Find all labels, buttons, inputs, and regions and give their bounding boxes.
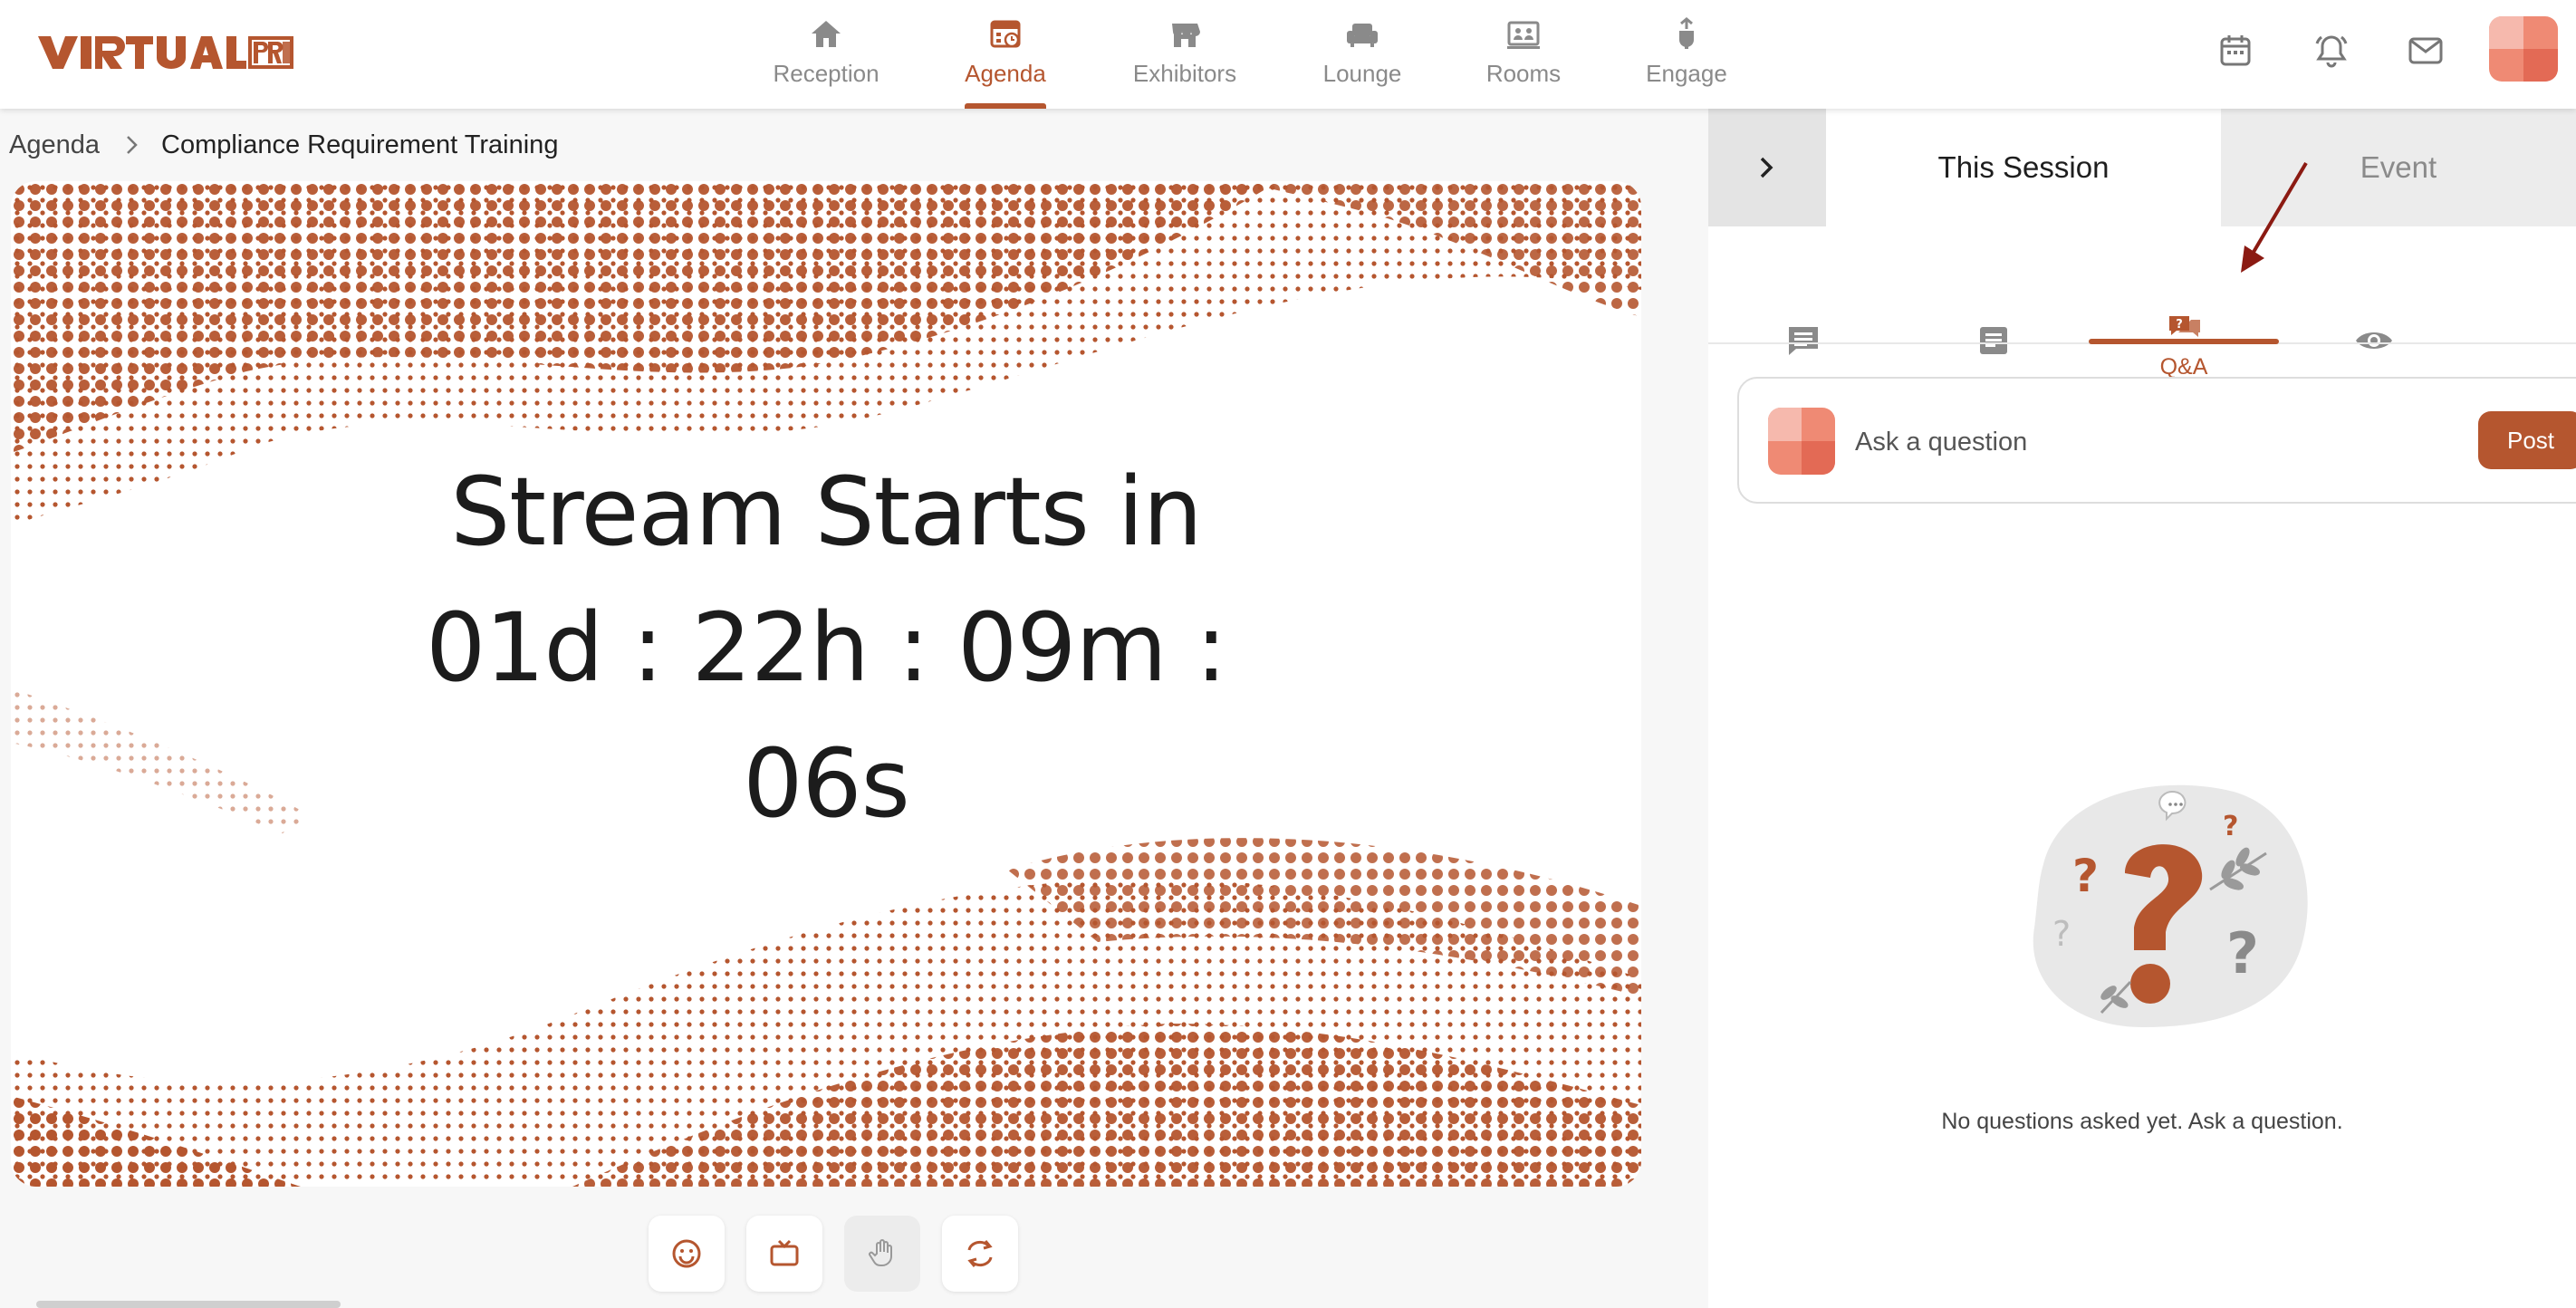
svg-text:?: ?	[2176, 318, 2183, 332]
session-side-panel: This Session Event ? Q&A Ask a question …	[1708, 109, 2576, 1308]
emoji-icon	[672, 1239, 701, 1268]
chat-icon	[1789, 327, 1818, 355]
raise-hand-icon	[869, 1239, 892, 1267]
room-icon	[1507, 21, 1540, 49]
user-avatar	[1768, 408, 1835, 475]
raise-hand-button[interactable]	[844, 1216, 920, 1292]
stream-stage: Stream Starts in 01d : 22h : 09m : 06s	[11, 181, 1641, 1187]
calendar-icon[interactable]	[2216, 31, 2255, 71]
bell-icon[interactable]	[2312, 31, 2351, 71]
nav-reception[interactable]: Reception	[770, 0, 882, 109]
ask-question-input[interactable]	[1855, 415, 2435, 469]
nav-exhibitors-label: Exhibitors	[1132, 60, 1237, 87]
nav-exhibitors[interactable]: Exhibitors	[1132, 0, 1237, 109]
top-navigation-bar: Reception Agenda Exhibitors Lounge Rooms…	[0, 0, 2576, 109]
tab-this-session[interactable]: This Session	[1826, 109, 2221, 226]
svg-text:?: ?	[2226, 920, 2259, 986]
nav-lounge-label: Lounge	[1322, 60, 1402, 87]
subtab-active-indicator	[2089, 339, 2279, 344]
armchair-icon	[1347, 24, 1378, 47]
notes-icon	[1980, 327, 2007, 354]
swap-icon	[967, 1240, 993, 1267]
storefront-icon	[1172, 24, 1200, 47]
tv-mode-button[interactable]	[746, 1216, 822, 1292]
nav-agenda[interactable]: Agenda	[960, 0, 1051, 109]
calendar-schedule-icon	[990, 20, 1021, 48]
stage-controls	[649, 1216, 1018, 1292]
stream-heading: Stream Starts in	[450, 457, 1202, 567]
tab-event[interactable]: Event	[2221, 109, 2576, 226]
engage-icon	[1679, 17, 1694, 49]
horizontal-scrollbar[interactable]	[36, 1301, 341, 1308]
home-icon	[812, 21, 841, 47]
countdown-timer: 01d : 22h : 09m :	[426, 592, 1227, 703]
countdown-seconds: 06s	[743, 728, 910, 839]
breadcrumb: Agenda Compliance Requirement Training	[9, 127, 558, 163]
svg-text:?: ?	[2223, 811, 2238, 842]
swap-view-button[interactable]	[942, 1216, 1018, 1292]
eye-icon	[2356, 332, 2392, 349]
avatar[interactable]	[2489, 16, 2558, 82]
chevron-right-icon	[1760, 157, 1773, 178]
nav-lounge[interactable]: Lounge	[1319, 0, 1406, 109]
empty-questions-message: No questions asked yet. Ask a question.	[1941, 1109, 2343, 1134]
ask-question-box: Post	[1737, 377, 2576, 504]
post-button[interactable]: Post	[2478, 411, 2576, 469]
nav-engage-label: Engage	[1646, 60, 1727, 87]
chevron-right-icon	[127, 136, 138, 154]
breadcrumb-root[interactable]: Agenda	[9, 130, 100, 160]
mail-icon[interactable]	[2406, 31, 2446, 71]
nav-rooms[interactable]: Rooms	[1482, 0, 1565, 109]
nav-engage[interactable]: Engage	[1641, 0, 1732, 109]
no-questions-illustration: ? ? ? ?	[2033, 784, 2308, 1027]
breadcrumb-current: Compliance Requirement Training	[161, 130, 559, 159]
svg-text:?: ?	[2072, 850, 2099, 902]
virtual-pro-logo[interactable]	[36, 31, 293, 72]
nav-rooms-label: Rooms	[1485, 60, 1562, 87]
svg-text:?: ?	[2052, 914, 2071, 954]
tv-icon	[770, 1239, 799, 1266]
stream-countdown: Stream Starts in 01d : 22h : 09m : 06s	[11, 181, 1641, 1187]
nav-reception-label: Reception	[773, 60, 879, 87]
emoji-reaction-button[interactable]	[649, 1216, 725, 1292]
nav-agenda-label: Agenda	[965, 60, 1046, 87]
collapse-panel-button[interactable]	[1708, 109, 1826, 226]
